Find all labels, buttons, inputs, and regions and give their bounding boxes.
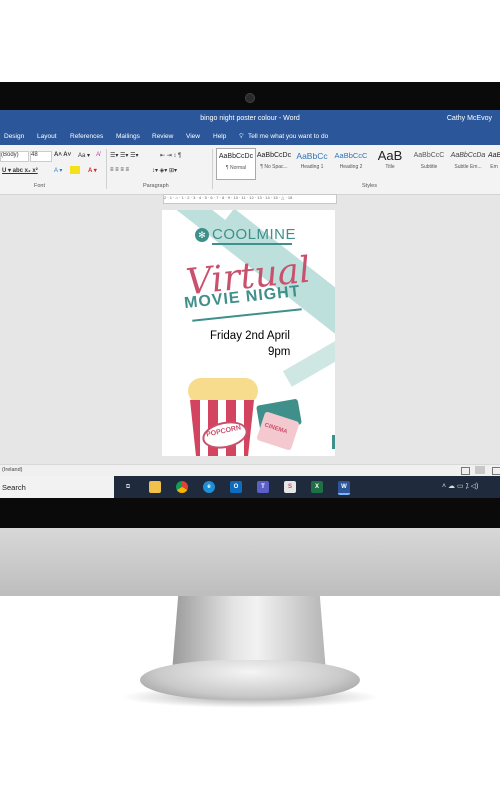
monitor-chin xyxy=(0,528,500,596)
style-heading-1[interactable]: AaBbCc Heading 1 xyxy=(293,148,331,178)
monitor-stand-base xyxy=(140,660,360,700)
user-name[interactable]: Cathy McEvoy xyxy=(447,115,492,122)
style-normal[interactable]: AaBbCcDc ¶ Normal xyxy=(216,148,256,180)
monitor-bezel-bottom xyxy=(0,498,500,528)
tab-layout[interactable]: Layout xyxy=(37,133,57,140)
text-effects-icon[interactable]: A ▾ xyxy=(54,167,62,174)
outlook-icon[interactable]: O xyxy=(230,481,242,493)
chrome-icon[interactable] xyxy=(176,481,188,493)
font-group-label: Font xyxy=(34,183,46,189)
ribbon-tabs: Design Layout References Mailings Review… xyxy=(0,128,500,145)
document-page[interactable]: ✻ COOLMINE Virtual MOVIE NIGHT Friday 2n… xyxy=(162,210,335,456)
print-layout-icon[interactable] xyxy=(475,466,485,474)
style-emphasis[interactable]: AaBi Em xyxy=(488,148,500,178)
tab-review[interactable]: Review xyxy=(152,133,173,140)
screen: bingo night poster colour - Word Cathy M… xyxy=(0,110,500,498)
brand-name: COOLMINE xyxy=(212,226,297,243)
teams-icon[interactable]: T xyxy=(257,481,269,493)
divider xyxy=(212,149,213,189)
grow-font-icon[interactable]: A˄ A˅ xyxy=(54,152,71,158)
styles-group-label: Styles xyxy=(362,183,377,189)
brand-tagline-line xyxy=(212,243,292,245)
font-name-box[interactable]: (Body) xyxy=(0,151,29,162)
task-view-icon[interactable]: ⧉ xyxy=(122,481,134,493)
indent-icon[interactable]: ⇤ ⇥ ↕ ¶ xyxy=(160,152,181,159)
event-time: 9pm xyxy=(268,346,291,358)
app-icon[interactable]: S xyxy=(284,481,296,493)
taskbar: Search ⧉ e O T S X W ˄ ☁ ▭ ⁒ ◁) xyxy=(0,476,500,498)
font-color-icon[interactable]: A ▾ xyxy=(88,167,97,174)
ribbon: (Body) 48 A˄ A˅ Aa ▾ A̸ U ▾ abc x₂ x² A … xyxy=(0,145,500,195)
search-input[interactable]: Search xyxy=(2,483,26,492)
language-status[interactable]: (Ireland) xyxy=(2,467,22,473)
system-tray-icons[interactable]: ˄ ☁ ▭ ⁒ ◁) xyxy=(442,482,478,490)
event-date: Friday 2nd April xyxy=(210,330,290,342)
font-size-box[interactable]: 48 xyxy=(30,151,52,162)
style-subtitle[interactable]: AaBbCcC Subtitle xyxy=(410,148,448,178)
word-icon[interactable]: W xyxy=(338,481,350,495)
webcam xyxy=(245,93,255,103)
bullets-icon[interactable]: ☰▾ ☰▾ ☰▾ xyxy=(110,152,139,159)
paragraph-group-label: Paragraph xyxy=(143,183,169,189)
film-edge xyxy=(332,435,335,449)
coolmine-logo-icon: ✻ xyxy=(195,228,209,242)
taskbar-search[interactable]: Search xyxy=(0,476,114,498)
excel-icon[interactable]: X xyxy=(311,481,323,493)
file-explorer-icon[interactable] xyxy=(149,481,161,493)
tab-references[interactable]: References xyxy=(70,133,103,140)
line-spacing-icon[interactable]: ↕▾ ◈▾ ⊞▾ xyxy=(152,167,177,174)
tell-me-box[interactable]: Tell me what you want to do xyxy=(248,133,328,140)
edge-icon[interactable]: e xyxy=(203,481,215,493)
highlight-icon[interactable] xyxy=(70,166,80,174)
window-title: bingo night poster colour - Word xyxy=(200,115,300,122)
title-bar: bingo night poster colour - Word Cathy M… xyxy=(0,110,500,128)
read-mode-icon[interactable] xyxy=(461,467,470,475)
clear-format-icon[interactable]: A̸ xyxy=(96,152,100,158)
web-layout-icon[interactable] xyxy=(492,467,500,475)
style-no-spacing[interactable]: AaBbCcDc ¶ No Spac... xyxy=(255,148,293,178)
film-strip xyxy=(282,331,335,387)
tab-help[interactable]: Help xyxy=(213,133,226,140)
lightbulb-icon: 💡︎ xyxy=(239,133,244,140)
tab-view[interactable]: View xyxy=(186,133,200,140)
style-subtle-emphasis[interactable]: AaBbCcDa Subtle Em... xyxy=(449,148,487,178)
horizontal-ruler[interactable]: 2 · 1 · ⌂ · 1 · 2 · 3 · 4 · 5 · 6 · 7 · … xyxy=(163,194,337,204)
align-icons[interactable]: ≡ ≡ ≡ ≡ xyxy=(110,167,129,173)
style-heading-2[interactable]: AaBbCcC Heading 2 xyxy=(332,148,370,178)
tab-design[interactable]: Design xyxy=(4,133,24,140)
underline-icon[interactable]: U ▾ abc x₂ x² xyxy=(2,167,38,174)
tab-mailings[interactable]: Mailings xyxy=(116,133,140,140)
change-case-icon[interactable]: Aa ▾ xyxy=(78,152,90,159)
style-title[interactable]: AaB Title xyxy=(371,148,409,178)
divider xyxy=(106,149,107,189)
